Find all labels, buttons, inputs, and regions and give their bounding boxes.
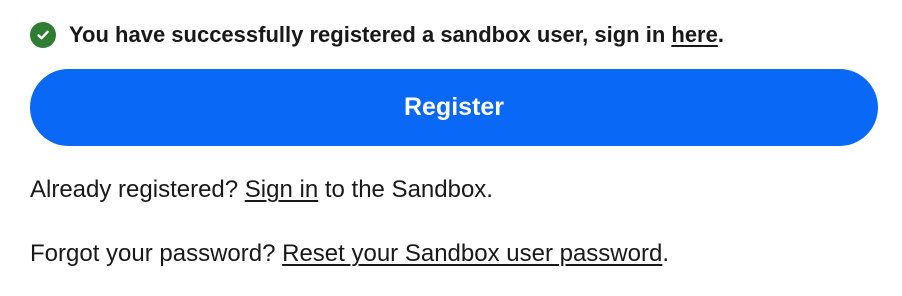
sign-in-prompt-suffix: to the Sandbox. [318, 176, 493, 203]
reset-password-prompt: Forgot your password? Reset your Sandbox… [30, 239, 669, 269]
sign-in-prompt: Already registered? Sign in to the Sandb… [30, 175, 493, 205]
sign-in-prompt-prefix: Already registered? [30, 176, 245, 203]
check-circle-icon [30, 22, 56, 48]
success-message-period: . [717, 22, 724, 47]
success-message-text: You have successfully registered a sandb… [69, 22, 672, 47]
register-button[interactable]: Register [30, 69, 878, 146]
reset-prompt-suffix: . [662, 240, 669, 267]
success-message: You have successfully registered a sandb… [30, 20, 724, 50]
sign-in-here-link[interactable]: here [671, 22, 717, 48]
reset-password-link[interactable]: Reset your Sandbox user password [282, 240, 662, 267]
reset-prompt-prefix: Forgot your password? [30, 240, 283, 267]
sign-in-link[interactable]: Sign in [245, 176, 318, 203]
